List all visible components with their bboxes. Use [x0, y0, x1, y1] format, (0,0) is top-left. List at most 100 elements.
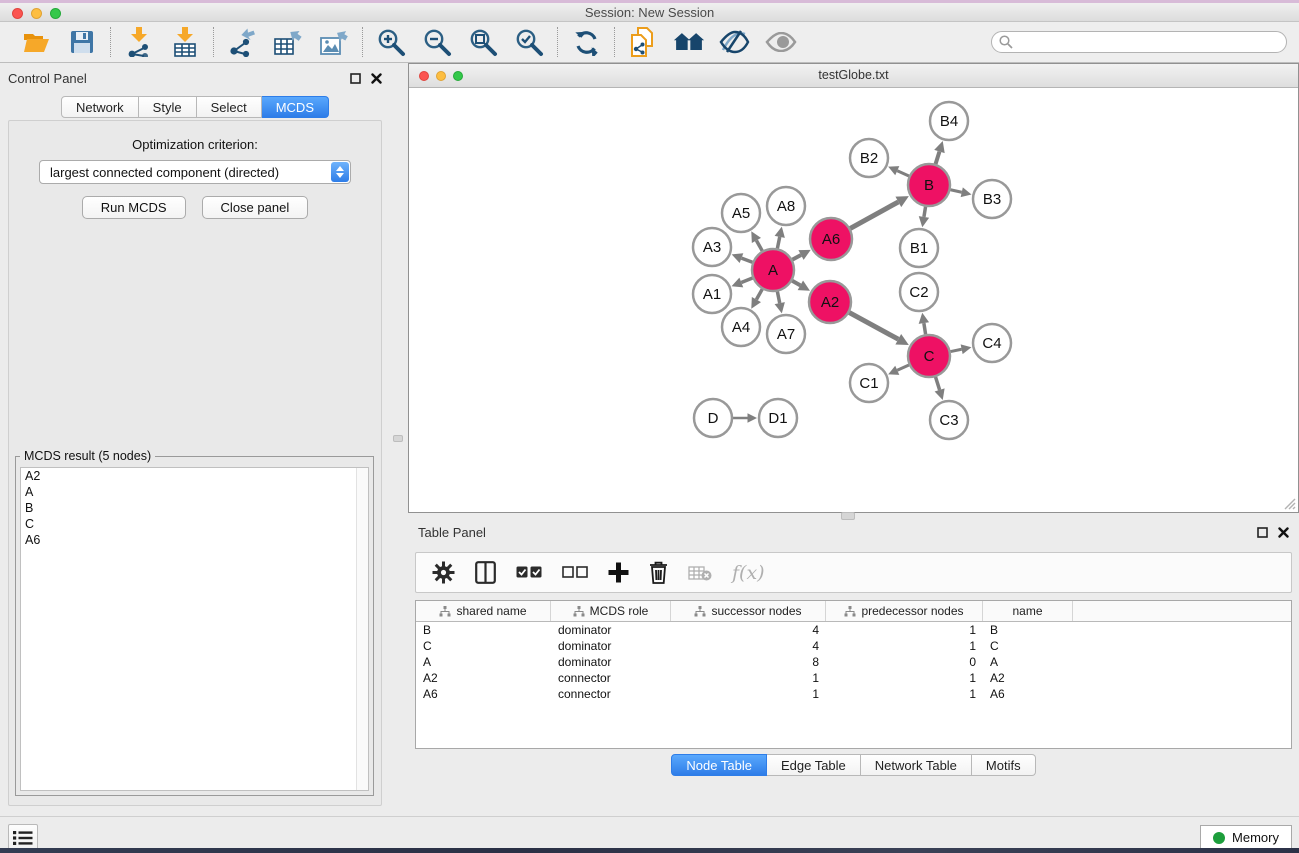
table-row[interactable]: A6connector11A6: [416, 686, 1291, 702]
graph-edge-A6-B[interactable]: [850, 202, 898, 228]
graph-edge-A-A4[interactable]: [756, 289, 762, 299]
tab-select[interactable]: Select: [197, 96, 262, 118]
tab-style[interactable]: Style: [139, 96, 197, 118]
table-cell[interactable]: 1: [671, 687, 826, 701]
table-row[interactable]: Bdominator41B: [416, 622, 1291, 638]
graph-edge-A-A3[interactable]: [741, 258, 752, 262]
float-panel-icon[interactable]: [1257, 527, 1268, 538]
deselect-all-icon[interactable]: [562, 566, 588, 579]
scrollbar[interactable]: [356, 468, 368, 790]
graph-edge-A-A6[interactable]: [792, 255, 801, 260]
task-history-button[interactable]: [8, 824, 38, 851]
resize-grip-icon[interactable]: [1282, 496, 1296, 510]
column-header-shared-name[interactable]: shared name: [416, 601, 551, 621]
table-cell[interactable]: C: [983, 639, 1073, 653]
show-columns-icon[interactable]: [475, 561, 496, 584]
hide-details-icon[interactable]: [719, 27, 751, 57]
graph-edge-B-B2[interactable]: [897, 171, 909, 176]
show-details-icon[interactable]: [765, 27, 797, 57]
column-header-successor-nodes[interactable]: successor nodes: [671, 601, 826, 621]
open-folder-icon[interactable]: [20, 27, 52, 57]
column-header-name[interactable]: name: [983, 601, 1073, 621]
table-cell[interactable]: 4: [671, 623, 826, 637]
tab-node-table[interactable]: Node Table: [671, 754, 767, 776]
table-cell[interactable]: 0: [826, 655, 983, 669]
table-row[interactable]: A2connector11A2: [416, 670, 1291, 686]
tab-mcds[interactable]: MCDS: [262, 96, 329, 118]
mcds-result-item[interactable]: A6: [21, 532, 368, 548]
panel-splitter[interactable]: [390, 63, 408, 816]
refresh-layout-icon[interactable]: [570, 27, 602, 57]
home-views-icon[interactable]: [673, 27, 705, 57]
mcds-result-item[interactable]: C: [21, 516, 368, 532]
delete-trash-icon[interactable]: [649, 561, 668, 584]
table-cell[interactable]: B: [983, 623, 1073, 637]
graph-edge-A-A2[interactable]: [792, 281, 800, 286]
column-header-mcds-role[interactable]: MCDS role: [551, 601, 671, 621]
network-graph[interactable]: AA1A2A3A4A5A6A7A8BB1B2B3B4CC1C2C3C4DD1: [410, 88, 1299, 512]
app-titlebar[interactable]: Session: New Session: [0, 3, 1299, 22]
delete-table-icon[interactable]: [688, 565, 712, 581]
mcds-result-item[interactable]: B: [21, 500, 368, 516]
table-cell[interactable]: 1: [671, 671, 826, 685]
import-network-icon[interactable]: [123, 27, 155, 57]
tab-network[interactable]: Network: [61, 96, 139, 118]
table-cell[interactable]: A2: [416, 671, 551, 685]
save-icon[interactable]: [66, 27, 98, 57]
horizontal-splitter-grip[interactable]: [841, 512, 855, 520]
table-cell[interactable]: 1: [826, 639, 983, 653]
table-row[interactable]: Adominator80A: [416, 654, 1291, 670]
network-canvas[interactable]: AA1A2A3A4A5A6A7A8BB1B2B3B4CC1C2C3C4DD1: [410, 88, 1297, 511]
graph-edge-B-B3[interactable]: [950, 190, 961, 193]
graph-edge-A-A7[interactable]: [777, 292, 779, 304]
tab-edge-table[interactable]: Edge Table: [767, 754, 861, 776]
close-panel-icon[interactable]: [371, 73, 382, 84]
optimization-criterion-select[interactable]: largest connected component (directed): [39, 160, 351, 184]
splitter-grip[interactable]: [393, 435, 403, 442]
table-cell[interactable]: connector: [551, 671, 671, 685]
graph-edge-C-C1[interactable]: [897, 365, 909, 370]
table-cell[interactable]: A2: [983, 671, 1073, 685]
close-panel-icon[interactable]: [1278, 527, 1289, 538]
graph-edge-C-C4[interactable]: [951, 349, 962, 351]
mcds-result-list[interactable]: A2ABCA6: [20, 467, 369, 791]
table-cell[interactable]: A: [416, 655, 551, 669]
table-cell[interactable]: 1: [826, 623, 983, 637]
import-table-icon[interactable]: [169, 27, 201, 57]
table-cell[interactable]: A: [983, 655, 1073, 669]
graph-edge-A-A5[interactable]: [756, 240, 762, 250]
table-cell[interactable]: A6: [416, 687, 551, 701]
graph-edge-C-C3[interactable]: [936, 377, 940, 390]
graph-edge-B-B4[interactable]: [936, 152, 940, 164]
table-cell[interactable]: connector: [551, 687, 671, 701]
table-cell[interactable]: A6: [983, 687, 1073, 701]
column-header-predecessor-nodes[interactable]: predecessor nodes: [826, 601, 983, 621]
graph-edge-C-C2[interactable]: [924, 323, 926, 334]
table-cell[interactable]: 8: [671, 655, 826, 669]
zoom-out-icon[interactable]: [421, 27, 453, 57]
network-window-titlebar[interactable]: testGlobe.txt: [409, 64, 1298, 88]
close-panel-button[interactable]: Close panel: [202, 196, 309, 219]
table-cell[interactable]: dominator: [551, 655, 671, 669]
function-builder-icon[interactable]: f(x): [732, 562, 765, 584]
table-cell[interactable]: 1: [826, 671, 983, 685]
table-cell[interactable]: B: [416, 623, 551, 637]
export-table-icon[interactable]: [272, 27, 304, 57]
graph-edge-A2-C[interactable]: [849, 313, 898, 340]
search-input[interactable]: [991, 31, 1287, 53]
table-row[interactable]: Cdominator41C: [416, 638, 1291, 654]
graph-edge-B-B1[interactable]: [924, 207, 926, 217]
graph-edge-A-A8[interactable]: [777, 237, 779, 249]
tab-motifs[interactable]: Motifs: [972, 754, 1036, 776]
graph-edge-A-A1[interactable]: [741, 278, 752, 282]
table-cell[interactable]: C: [416, 639, 551, 653]
zoom-fit-icon[interactable]: [467, 27, 499, 57]
run-mcds-button[interactable]: Run MCDS: [82, 196, 186, 219]
table-cell[interactable]: 4: [671, 639, 826, 653]
export-network-icon[interactable]: [226, 27, 258, 57]
mcds-result-item[interactable]: A2: [21, 468, 368, 484]
select-all-icon[interactable]: [516, 566, 542, 579]
zoom-in-icon[interactable]: [375, 27, 407, 57]
tab-network-table[interactable]: Network Table: [861, 754, 972, 776]
node-table[interactable]: shared nameMCDS rolesuccessor nodesprede…: [415, 600, 1292, 749]
